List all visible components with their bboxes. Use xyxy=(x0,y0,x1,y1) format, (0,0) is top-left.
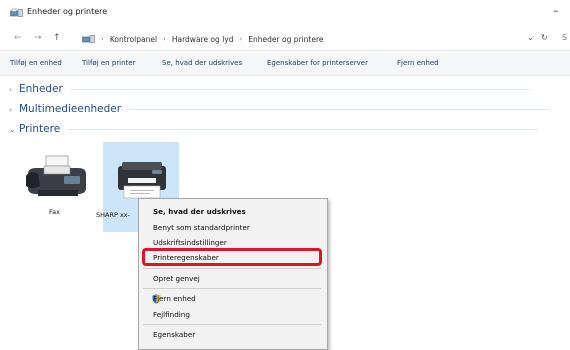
address-dropdown-icon[interactable]: ⌄ xyxy=(527,33,534,42)
forward-arrow-icon[interactable]: → xyxy=(34,33,42,43)
remove-device-button[interactable]: Fjern enhed xyxy=(397,59,439,67)
device-label: SHARP xx- xyxy=(96,211,131,219)
breadcrumb-separator: › xyxy=(101,35,104,43)
divider xyxy=(0,50,570,51)
refresh-icon[interactable]: ↻ xyxy=(541,33,548,42)
context-menu: Se, hvad der udskrives Benyt som standar… xyxy=(138,198,328,350)
add-printer-button[interactable]: Tilføj en printer xyxy=(82,59,135,67)
window-title: Enheder og printere xyxy=(27,7,108,16)
highlight-annotation xyxy=(142,248,322,266)
breadcrumb-separator: › xyxy=(239,35,243,43)
printer-icon xyxy=(118,162,166,199)
back-arrow-icon[interactable]: ← xyxy=(14,33,22,43)
group-label: Printere xyxy=(19,123,61,135)
menu-separator xyxy=(143,288,321,289)
menu-item-see-whats-printing[interactable]: Se, hvad der udskrives xyxy=(153,207,246,216)
group-label: Multimedieenheder xyxy=(19,103,122,115)
group-divider xyxy=(129,108,550,110)
menu-item-create-shortcut[interactable]: Opret genvej xyxy=(153,274,200,283)
group-multimedieenheder[interactable]: › Multimedieenheder xyxy=(9,103,550,115)
breadcrumb-kontrolpanel[interactable]: Kontrolpanel xyxy=(110,35,157,44)
print-server-properties-button[interactable]: Egenskaber for printerserver xyxy=(267,59,368,67)
group-label: Enheder xyxy=(19,83,63,95)
chevron-down-icon: ⌄ xyxy=(9,124,16,134)
group-divider xyxy=(70,88,531,90)
breadcrumb-hardware-og-lyd[interactable]: Hardware og lyd xyxy=(172,35,234,44)
breadcrumb-enheder-og-printere[interactable]: Enheder og printere xyxy=(248,35,323,44)
menu-item-remove-device[interactable]: Fjern enhed xyxy=(153,294,196,303)
menu-item-set-default-printer[interactable]: Benyt som standardprinter xyxy=(153,223,250,232)
breadcrumb[interactable]: › Kontrolpanel › Hardware og lyd › Enhed… xyxy=(82,32,324,46)
menu-separator xyxy=(143,268,321,269)
search-box[interactable]: S xyxy=(562,33,567,42)
group-divider xyxy=(68,128,539,130)
devices-and-printers-icon xyxy=(10,8,23,17)
minimize-button[interactable]: – xyxy=(553,4,559,17)
chevron-right-icon: › xyxy=(9,104,13,114)
control-panel-icon xyxy=(82,35,95,43)
fax-icon xyxy=(26,155,86,196)
menu-item-troubleshoot[interactable]: Fejlfinding xyxy=(153,310,190,319)
command-bar: Tilføj en enhed Tilføj en printer Se, hv… xyxy=(0,53,570,76)
up-arrow-icon[interactable]: ↑ xyxy=(53,33,61,43)
address-bar: ← → ↑ › Kontrolpanel › Hardware og lyd ›… xyxy=(0,27,570,51)
add-device-button[interactable]: Tilføj en enhed xyxy=(10,59,62,67)
menu-item-properties[interactable]: Egenskaber xyxy=(153,330,195,339)
see-whats-printing-button[interactable]: Se, hvad der udskrives xyxy=(162,59,242,67)
menu-separator xyxy=(143,324,321,325)
group-enheder[interactable]: › Enheder xyxy=(9,83,531,95)
menu-item-printing-preferences[interactable]: Udskriftsindstillinger xyxy=(153,238,227,247)
device-fax[interactable]: Fax xyxy=(24,152,94,237)
breadcrumb-separator: › xyxy=(163,35,166,43)
chevron-right-icon: › xyxy=(9,84,13,94)
title-bar: Enheder og printere – xyxy=(0,0,570,26)
device-label: Fax xyxy=(49,208,60,216)
group-printere[interactable]: ⌄ Printere xyxy=(9,123,539,135)
